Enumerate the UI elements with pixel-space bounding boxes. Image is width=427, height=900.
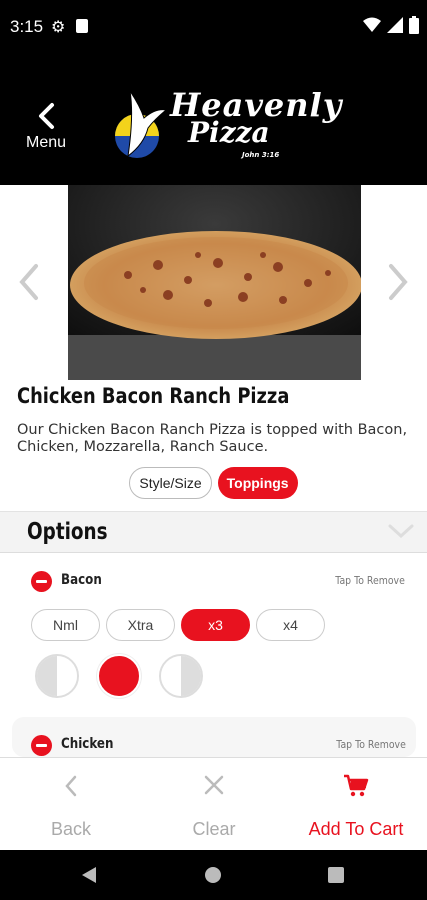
left-half-placement-icon[interactable] bbox=[35, 654, 79, 698]
add-to-cart-label: Add To Cart bbox=[308, 819, 404, 839]
back-button[interactable]: Back bbox=[0, 758, 142, 851]
topping-name: Chicken bbox=[61, 736, 114, 752]
topping-row-chicken: Chicken Tap To Remove bbox=[12, 717, 416, 757]
section-tabs: Style/Size Toppings bbox=[0, 467, 427, 499]
signal-icon bbox=[387, 17, 403, 33]
system-nav-bar bbox=[0, 850, 427, 900]
logo-text-pizza: Pizza bbox=[188, 116, 270, 149]
app-header: Menu Heavenly Pizza John 3:16 bbox=[0, 56, 427, 185]
item-description: Our Chicken Bacon Ranch Pizza is topped … bbox=[17, 422, 408, 455]
clear-button[interactable]: Clear bbox=[143, 758, 285, 851]
dove-globe-logo-icon bbox=[115, 90, 168, 158]
logo-verse: John 3:16 bbox=[242, 151, 280, 159]
amount-x4-button[interactable]: x4 bbox=[256, 609, 325, 641]
chevron-left-icon bbox=[65, 775, 77, 797]
tap-to-remove-hint[interactable]: Tap To Remove bbox=[336, 738, 406, 751]
chevron-down-icon bbox=[388, 524, 414, 539]
back-menu-label: Menu bbox=[25, 134, 67, 151]
previous-item-arrow-icon[interactable] bbox=[14, 262, 44, 302]
cart-icon bbox=[344, 774, 369, 797]
options-title: Options bbox=[27, 519, 108, 545]
nav-recents-icon[interactable] bbox=[328, 867, 344, 883]
tab-style-size[interactable]: Style/Size bbox=[129, 467, 212, 499]
chevron-left-icon bbox=[39, 103, 54, 129]
options-header[interactable]: Options bbox=[0, 511, 427, 553]
amount-extra-button[interactable]: Xtra bbox=[106, 609, 175, 641]
remove-topping-icon[interactable] bbox=[31, 735, 52, 756]
battery-icon bbox=[409, 16, 419, 34]
back-label: Back bbox=[50, 819, 92, 839]
clear-label: Clear bbox=[192, 819, 236, 839]
pizza-photo bbox=[68, 185, 361, 380]
topping-name: Bacon bbox=[61, 572, 102, 588]
next-item-arrow-icon[interactable] bbox=[383, 262, 413, 302]
nav-home-icon[interactable] bbox=[204, 866, 222, 884]
add-to-cart-button[interactable]: Add To Cart bbox=[285, 758, 427, 851]
status-bar: 3:15 ⚙ bbox=[0, 0, 427, 56]
amount-normal-button[interactable]: Nml bbox=[31, 609, 100, 641]
brand-logo: Heavenly Pizza John 3:16 bbox=[110, 86, 341, 166]
nav-back-icon[interactable] bbox=[80, 866, 98, 884]
close-icon bbox=[204, 775, 224, 795]
tap-to-remove-hint[interactable]: Tap To Remove bbox=[335, 574, 405, 587]
item-title: Chicken Bacon Ranch Pizza bbox=[17, 384, 290, 408]
amount-x3-button[interactable]: x3 bbox=[181, 609, 250, 641]
whole-placement-icon[interactable] bbox=[97, 654, 141, 698]
placement-selector bbox=[35, 654, 203, 698]
back-to-menu-button[interactable]: Menu bbox=[18, 102, 74, 162]
wifi-icon bbox=[363, 17, 381, 32]
tab-toppings[interactable]: Toppings bbox=[217, 467, 298, 499]
amount-selector: Nml Xtra x3 x4 bbox=[31, 609, 325, 641]
bottom-action-bar: Back Clear Add To Cart bbox=[0, 757, 427, 850]
sd-card-status-icon bbox=[76, 19, 88, 33]
settings-status-icon: ⚙ bbox=[51, 17, 66, 36]
remove-topping-icon[interactable] bbox=[31, 571, 52, 592]
right-half-placement-icon[interactable] bbox=[159, 654, 203, 698]
topping-row-bacon: Bacon Tap To Remove Nml Xtra x3 x4 bbox=[0, 563, 427, 713]
status-time: 3:15 bbox=[10, 17, 44, 36]
status-icons bbox=[363, 16, 419, 34]
